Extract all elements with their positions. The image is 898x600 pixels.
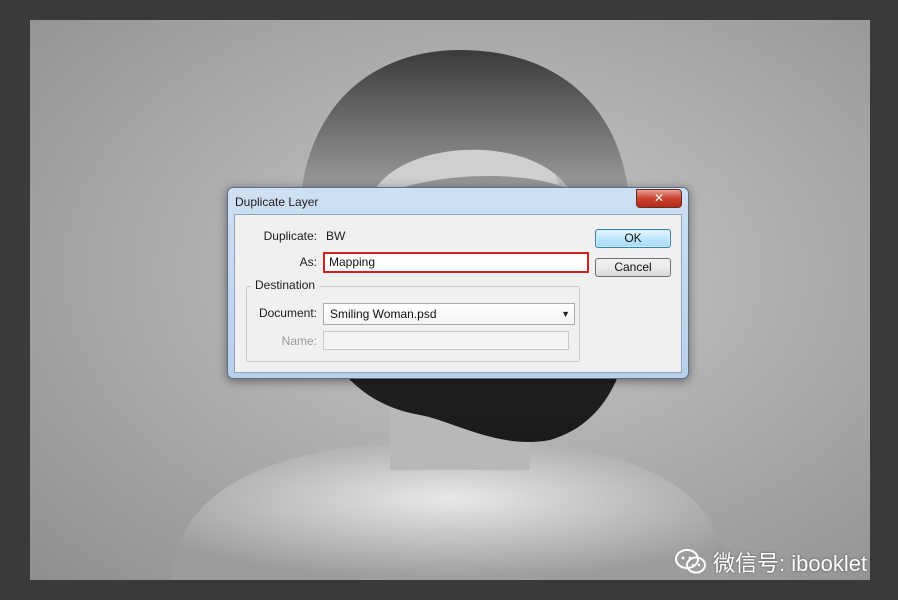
wechat-icon <box>675 549 706 574</box>
watermark: 微信号: ibooklet <box>675 548 867 576</box>
dialog-title: Duplicate Layer <box>235 195 319 209</box>
as-input[interactable]: Mapping <box>323 252 589 273</box>
name-input[interactable] <box>323 331 569 350</box>
duplicate-layer-dialog: Duplicate Layer ✕ Duplicate: BW As: Mapp… <box>227 187 689 379</box>
dialog-body: Duplicate: BW As: Mapping Destination Do… <box>234 214 682 373</box>
close-button[interactable]: ✕ <box>636 189 682 208</box>
name-label: Name: <box>281 334 317 348</box>
duplicate-label: Duplicate: <box>263 229 317 243</box>
duplicate-value: BW <box>326 229 346 243</box>
document-label: Document: <box>258 306 317 320</box>
close-icon: ✕ <box>653 191 665 205</box>
destination-legend: Destination <box>251 278 320 292</box>
as-label: As: <box>299 255 317 269</box>
document-value: Smiling Woman.psd <box>330 307 437 321</box>
watermark-text: 微信号: ibooklet <box>713 551 868 576</box>
chevron-down-icon: ▼ <box>561 309 570 319</box>
title-bar[interactable]: Duplicate Layer ✕ <box>228 188 688 214</box>
document-select[interactable]: Smiling Woman.psd ▼ <box>323 303 575 325</box>
cancel-button[interactable]: Cancel <box>595 258 671 277</box>
ok-button[interactable]: OK <box>595 229 671 248</box>
